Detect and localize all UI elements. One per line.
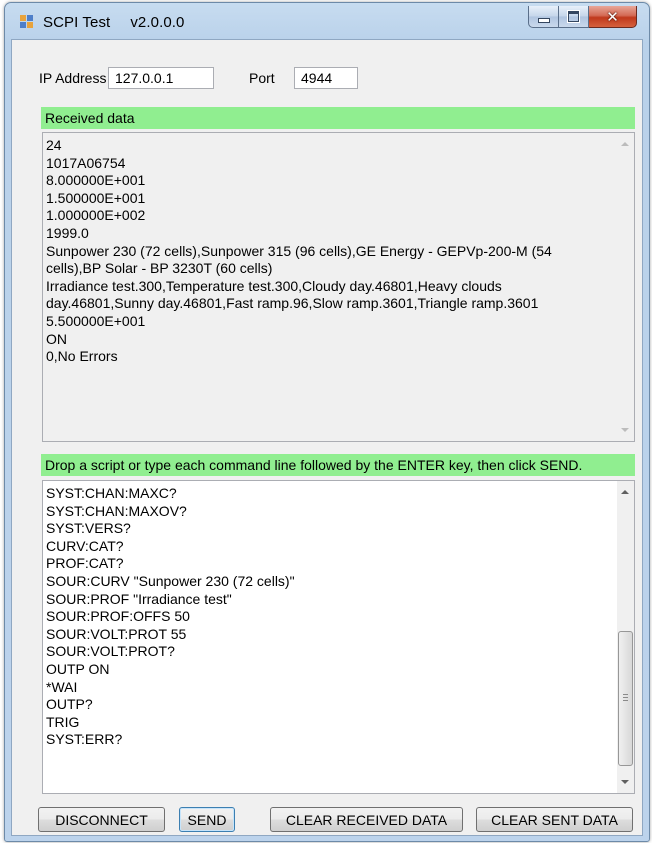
send-button[interactable]: SEND [179,807,235,832]
received-line: Sunpower 230 (72 cells),Sunpower 315 (96… [46,242,552,259]
close-icon: ✕ [606,7,619,26]
close-button[interactable]: ✕ [589,6,637,28]
received-line: 8.000000E+001 [46,172,146,189]
window-title: SCPI Test v2.0.0.0 [43,14,185,31]
received-line: day.46801,Sunny day.46801,Fast ramp.96,S… [46,295,539,312]
disconnect-button[interactable]: DISCONNECT [38,807,165,832]
client-area: IP Address 127.0.0.1 Port 4944 Received … [11,39,643,836]
received-scrollbar[interactable] [617,133,634,441]
app-window: SCPI Test v2.0.0.0 ✕ IP Address 127.0.0.1… [4,2,650,842]
scroll-up-icon[interactable] [621,490,629,494]
command-instructions-banner: Drop a script or type each command line … [41,454,635,476]
received-line: 0,No Errors [46,348,118,365]
app-title: SCPI Test [43,14,111,31]
command-line: SOUR:PROF "Irradiance test" [46,590,232,607]
command-line: SOUR:CURV "Sunpower 230 (72 cells)" [46,572,295,589]
scroll-up-icon[interactable] [621,142,629,146]
received-line: 24 [46,137,62,153]
received-line: 1.500000E+001 [46,189,146,206]
received-line: 1.000000E+002 [46,207,146,224]
command-line: SYST:CHAN:MAXOV? [46,502,187,519]
ip-address-label: IP Address [39,70,107,86]
command-line: SYST:VERS? [46,520,131,537]
clear-received-data-button[interactable]: CLEAR RECEIVED DATA [270,807,463,832]
received-line: 1017A06754 [46,154,126,171]
maximize-icon [567,10,580,23]
command-input-textarea[interactable]: SYST:CHAN:MAXC? SYST:CHAN:MAXOV? SYST:VERS… [42,480,635,794]
command-line: TRIG [46,713,80,730]
command-line: OUTP ON [46,660,110,677]
command-scrollbar[interactable] [617,481,634,793]
received-line: Irradiance test.300,Temperature test.300… [46,277,502,294]
scroll-thumb[interactable] [618,631,633,766]
command-line: *WAI [46,678,78,695]
minimize-icon [537,18,550,23]
received-line: ON [46,330,67,347]
scroll-down-icon[interactable] [621,428,629,432]
title-bar[interactable]: SCPI Test v2.0.0.0 ✕ [5,3,649,39]
command-line: SOUR:PROF:OFFS 50 [46,608,190,625]
received-line: 5.500000E+001 [46,312,146,329]
clear-sent-data-button[interactable]: CLEAR SENT DATA [476,807,633,832]
command-line: SYST:ERR? [46,731,123,748]
command-lines: SYST:CHAN:MAXC? SYST:CHAN:MAXOV? SYST:VERS… [46,485,612,749]
received-data-lines: 24 1017A06754 8.000000E+001 1.500000E+001 1.… [46,137,612,366]
port-label: Port [249,70,275,86]
command-line: SOUR:VOLT:PROT 55 [46,625,187,642]
app-version: v2.0.0.0 [130,14,185,31]
command-line: PROF:CAT? [46,555,124,572]
scroll-down-icon[interactable] [621,780,629,784]
minimize-button[interactable] [528,6,559,28]
command-line: CURV:CAT? [46,537,124,554]
maximize-button[interactable] [559,6,589,28]
received-line: cells),BP Solar - BP 3230T (60 cells) [46,260,273,277]
port-input[interactable]: 4944 [294,67,358,89]
received-line: 1999.0 [46,224,89,241]
command-line: SYST:CHAN:MAXC? [46,485,177,501]
ip-address-input[interactable]: 127.0.0.1 [108,67,214,89]
command-line: SOUR:VOLT:PROT? [46,643,175,660]
received-data-banner: Received data [41,107,635,129]
command-line: OUTP? [46,696,93,713]
app-icon [20,15,34,29]
received-data-textarea[interactable]: 24 1017A06754 8.000000E+001 1.500000E+001 1.… [42,132,635,442]
